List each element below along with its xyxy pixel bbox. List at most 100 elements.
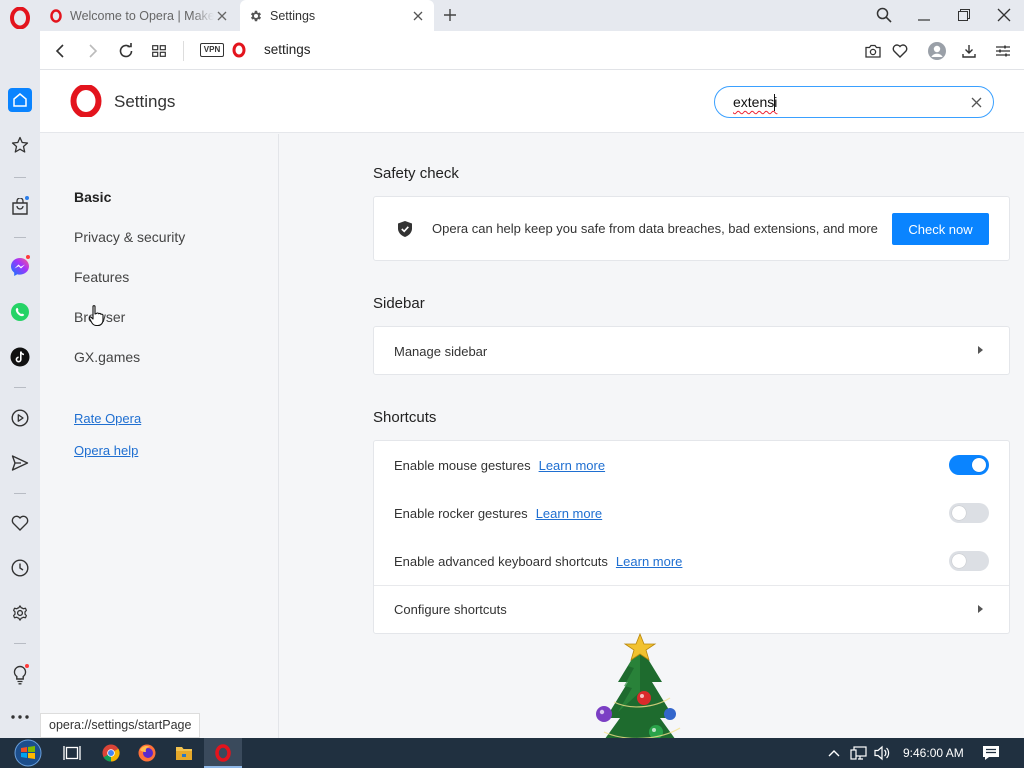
tab-grid-button[interactable] — [148, 40, 170, 62]
opera-page-icon — [231, 42, 247, 58]
keyboard-shortcuts-row: Enable advanced keyboard shortcuts Learn… — [374, 537, 1009, 585]
mouse-gestures-row: Enable mouse gestures Learn more — [374, 441, 1009, 489]
toggle-knob — [972, 458, 986, 472]
chevron-up-icon — [828, 750, 840, 757]
avatar-icon — [928, 42, 946, 60]
sidebar-more-button[interactable] — [9, 706, 31, 728]
close-window-button[interactable] — [991, 3, 1017, 27]
opera-favicon-icon — [48, 8, 64, 24]
rocker-gestures-row: Enable rocker gestures Learn more — [374, 489, 1009, 537]
show-hidden-icons-button[interactable] — [822, 741, 846, 765]
safety-check-card: Opera can help keep you safe from data b… — [373, 196, 1010, 261]
file-explorer-taskbar-button[interactable] — [172, 741, 196, 765]
sidebar-tiktok-button[interactable] — [8, 345, 32, 369]
page-title: Settings — [114, 92, 176, 111]
sidebar-messenger-button[interactable] — [8, 254, 32, 279]
sidebar-bookmarks-button[interactable] — [8, 511, 32, 535]
tab-bar: Welcome to Opera | Make Settings — [0, 0, 1024, 31]
action-center-button[interactable] — [979, 741, 1003, 765]
nav-item-basic[interactable]: Basic — [74, 189, 111, 205]
start-button[interactable] — [8, 739, 48, 767]
sidebar-shopping-button[interactable] — [8, 195, 32, 219]
snapshot-button[interactable] — [862, 40, 884, 62]
opera-logo-icon — [10, 7, 30, 29]
safety-check-row: Opera can help keep you safe from data b… — [374, 197, 1009, 260]
download-icon — [962, 45, 976, 58]
nav-item-privacy[interactable]: Privacy & security — [74, 229, 185, 245]
opera-taskbar-icon — [211, 741, 235, 765]
tab-search-button[interactable] — [871, 3, 897, 27]
sidebar-divider — [14, 177, 26, 178]
restore-button[interactable] — [951, 3, 977, 27]
sidebar-divider — [14, 237, 26, 238]
check-now-button[interactable]: Check now — [892, 213, 989, 245]
tab-welcome[interactable]: Welcome to Opera | Make — [40, 0, 238, 31]
folder-icon — [176, 747, 192, 760]
learn-more-link[interactable]: Learn more — [536, 506, 602, 521]
sidebar-home-button[interactable] — [8, 88, 32, 112]
opera-logo-icon — [70, 84, 102, 118]
back-button[interactable] — [49, 40, 71, 62]
sidebar-speed-dial-button[interactable] — [8, 133, 32, 157]
learn-more-link[interactable]: Learn more — [616, 554, 682, 569]
firefox-icon — [138, 744, 156, 762]
forward-button[interactable] — [82, 40, 104, 62]
keyboard-shortcuts-toggle[interactable] — [949, 551, 989, 571]
reload-button[interactable] — [115, 40, 137, 62]
tab-close-icon[interactable] — [214, 8, 230, 24]
sidebar-divider — [14, 643, 26, 644]
heart-icon — [11, 515, 29, 531]
gear-icon — [13, 605, 27, 621]
tab-title: Settings — [270, 8, 316, 23]
address-field[interactable]: settings — [264, 42, 311, 57]
new-tab-button[interactable] — [440, 5, 460, 25]
opera-help-link[interactable]: Opera help — [74, 443, 138, 458]
sidebar-history-button[interactable] — [8, 556, 32, 580]
play-icon — [11, 409, 29, 427]
safety-check-text: Opera can help keep you safe from data b… — [432, 221, 878, 236]
downloads-button[interactable] — [958, 40, 980, 62]
vpn-badge[interactable]: VPN — [200, 43, 224, 57]
notification-dot — [24, 195, 30, 201]
learn-more-link[interactable]: Learn more — [539, 458, 605, 473]
rate-opera-link[interactable]: Rate Opera — [74, 411, 141, 426]
profile-button[interactable] — [926, 40, 948, 62]
volume-button[interactable] — [870, 741, 894, 765]
chrome-taskbar-button[interactable] — [99, 741, 123, 765]
nav-item-features[interactable]: Features — [74, 269, 129, 285]
sidebar-flow-button[interactable] — [8, 451, 32, 475]
settings-nav: Basic Privacy & security Features Browse… — [40, 134, 279, 738]
bookmark-button[interactable] — [889, 40, 911, 62]
manage-sidebar-label: Manage sidebar — [394, 343, 488, 359]
easy-setup-button[interactable] — [992, 40, 1014, 62]
configure-shortcuts-row[interactable]: Configure shortcuts — [374, 585, 1009, 633]
tab-close-icon[interactable] — [410, 8, 426, 24]
keyboard-shortcuts-label: Enable advanced keyboard shortcuts — [394, 553, 608, 569]
nav-item-gx-games[interactable]: GX.games — [74, 349, 140, 365]
text-caret — [774, 94, 775, 111]
clear-search-icon[interactable] — [969, 95, 983, 109]
shield-check-icon — [398, 220, 412, 237]
mouse-gestures-toggle[interactable] — [949, 455, 989, 475]
firefox-taskbar-button[interactable] — [135, 741, 159, 765]
network-button[interactable] — [847, 741, 871, 765]
chevron-right-icon — [978, 346, 983, 354]
clock-icon — [11, 559, 29, 577]
section-title-shortcuts: Shortcuts — [373, 409, 437, 426]
rocker-gestures-toggle[interactable] — [949, 503, 989, 523]
section-title-sidebar: Sidebar — [373, 295, 425, 312]
toggle-knob — [952, 506, 966, 520]
sidebar-player-button[interactable] — [8, 406, 32, 430]
task-view-button[interactable] — [60, 741, 84, 765]
sidebar-whatsapp-button[interactable] — [8, 300, 32, 324]
sidebar-settings-button[interactable] — [8, 601, 32, 625]
opera-sidebar — [0, 31, 40, 738]
star-icon — [11, 136, 29, 153]
minimize-button[interactable] — [911, 3, 937, 27]
settings-search-input[interactable]: extensi — [714, 86, 994, 118]
tab-settings[interactable]: Settings — [240, 0, 434, 31]
opera-menu-button[interactable] — [8, 6, 32, 30]
taskbar-clock[interactable]: 9:46:00 AM — [903, 746, 964, 760]
manage-sidebar-row[interactable]: Manage sidebar — [374, 327, 1009, 375]
sidebar-tips-button[interactable] — [8, 663, 32, 687]
